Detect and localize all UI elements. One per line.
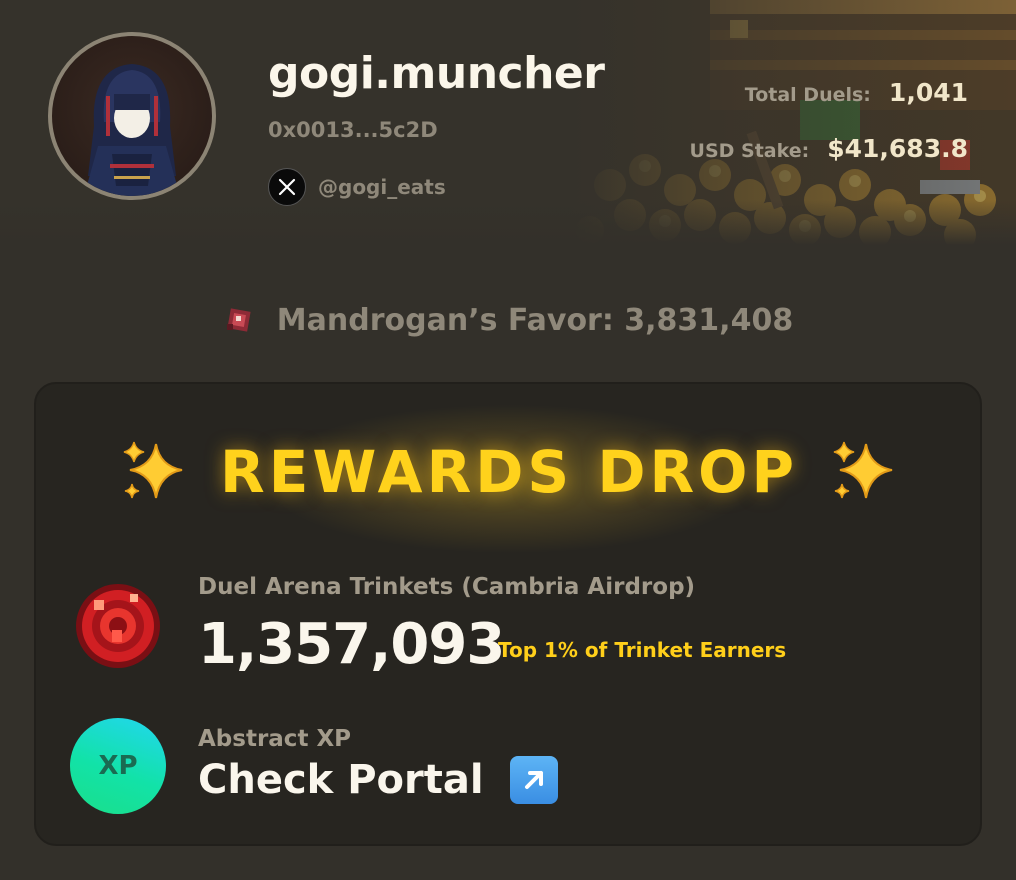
sparkles-icon (118, 436, 190, 508)
trinkets-rank-badge: Top 1% of Trinket Earners (498, 638, 787, 662)
rewards-card: REWARDS DROP Duel Arena Trinkets (Cambri… (34, 382, 982, 846)
total-duels-row: Total Duels: 1,041 (690, 78, 968, 134)
usd-stake-row: USD Stake: $41,683.8 (690, 134, 968, 190)
rewards-title: REWARDS DROP (36, 436, 980, 508)
favor-line: Mandrogan’s Favor: 3,831,408 (0, 298, 1016, 342)
x-handle[interactable]: @gogi_eats (318, 175, 446, 199)
trinket-coin-icon (72, 580, 164, 672)
xp-badge-icon: XP (70, 718, 166, 814)
total-duels-label: Total Duels: (744, 84, 871, 106)
avatar (48, 32, 216, 200)
favor-gem-icon (223, 304, 255, 336)
trinkets-label: Duel Arena Trinkets (Cambria Airdrop) (198, 574, 696, 600)
header-bottom-fade (0, 200, 1016, 245)
external-arrow-icon[interactable] (509, 756, 558, 804)
usd-stake-value: $41,683.8 (827, 134, 968, 163)
wallet-address[interactable]: 0x0013...5c2D (268, 118, 438, 142)
check-portal-link[interactable]: Check Portal (198, 756, 558, 804)
usd-stake-label: USD Stake: (689, 140, 810, 162)
sparkles-icon (828, 436, 900, 508)
profile-stats: Total Duels: 1,041 USD Stake: $41,683.8 (690, 78, 968, 190)
favor-text: Mandrogan’s Favor: 3,831,408 (276, 302, 794, 338)
total-duels-value: 1,041 (888, 78, 968, 107)
rewards-title-text: REWARDS DROP (220, 438, 798, 506)
check-portal-text[interactable]: Check Portal (198, 757, 484, 803)
xp-badge-text: XP (98, 751, 138, 781)
trinkets-value: 1,357,093 (198, 612, 505, 677)
xp-label: Abstract XP (198, 726, 352, 752)
profile-header: gogi.muncher 0x0013...5c2D @gogi_eats To… (0, 0, 1016, 245)
x-social-link[interactable]: @gogi_eats (268, 168, 446, 206)
username: gogi.muncher (268, 48, 605, 99)
profile-page: gogi.muncher 0x0013...5c2D @gogi_eats To… (0, 0, 1016, 880)
x-logo-icon[interactable] (268, 168, 306, 206)
